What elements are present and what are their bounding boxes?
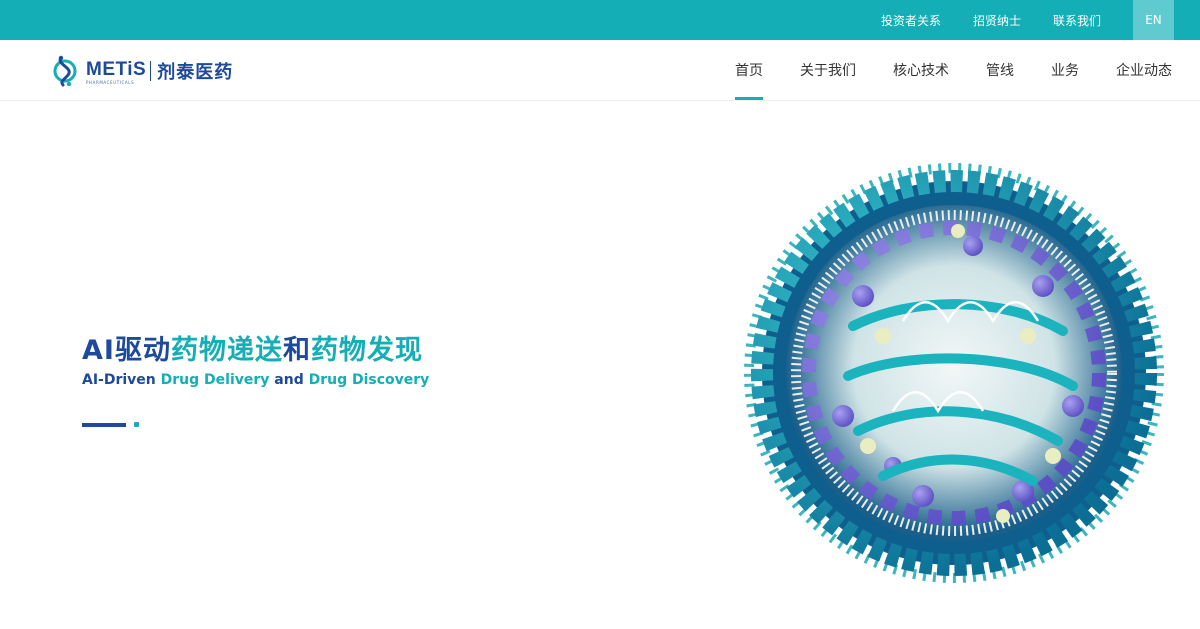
decoration-dot: [134, 422, 139, 427]
logo-mark-icon: [53, 55, 77, 87]
logo-english-block: METiS PHARMACEUTICALS: [86, 58, 147, 85]
nav-item-technology[interactable]: 核心技术: [893, 40, 949, 100]
hero-subtitle: AI-Driven Drug Delivery and Drug Discove…: [82, 372, 429, 388]
site-logo[interactable]: METiS PHARMACEUTICALS 剂泰医药: [52, 51, 233, 91]
nav-item-home[interactable]: 首页: [735, 40, 763, 100]
hero-subtitle-part: Drug Discovery: [308, 372, 430, 388]
hero-title: AI驱动药物递送和药物发现: [82, 328, 423, 367]
nav-item-pipeline[interactable]: 管线: [986, 40, 1014, 100]
hero-title-part: AI驱动: [82, 335, 171, 366]
lipid-nanoparticle-image: [744, 163, 1164, 583]
hero-decoration: [82, 422, 139, 427]
logo-name-cn: 剂泰医药: [157, 62, 234, 83]
language-switch-button[interactable]: EN: [1133, 0, 1174, 40]
nav-item-news[interactable]: 企业动态: [1116, 40, 1172, 100]
hero-subtitle-part: and: [269, 372, 309, 388]
hero-title-part: 药物递送: [170, 335, 283, 366]
hero-title-part: 药物发现: [310, 335, 423, 366]
careers-link[interactable]: 招贤纳士: [973, 12, 1021, 29]
logo-divider: [150, 61, 152, 81]
decoration-bar: [82, 422, 126, 427]
nav-item-about[interactable]: 关于我们: [800, 40, 856, 100]
hero-subtitle-part: AI-Driven: [82, 372, 161, 388]
nav-item-business[interactable]: 业务: [1051, 40, 1079, 100]
investor-relations-link[interactable]: 投资者关系: [881, 12, 941, 29]
logo-subtitle-en: PHARMACEUTICALS: [86, 79, 135, 85]
hero-title-part: 和: [282, 335, 311, 366]
top-utility-bar: 投资者关系 招贤纳士 联系我们 EN: [0, 0, 1200, 40]
logo-name-en: METiS: [86, 58, 147, 80]
top-utility-links: 投资者关系 招贤纳士 联系我们 EN: [881, 0, 1200, 40]
contact-us-link[interactable]: 联系我们: [1053, 12, 1101, 29]
nav-menu: 首页 关于我们 核心技术 管线 业务 企业动态: [735, 40, 1200, 100]
hero-subtitle-part: Drug Delivery: [160, 372, 270, 388]
main-navigation-bar: METiS PHARMACEUTICALS 剂泰医药 首页 关于我们 核心技术 …: [0, 40, 1200, 101]
